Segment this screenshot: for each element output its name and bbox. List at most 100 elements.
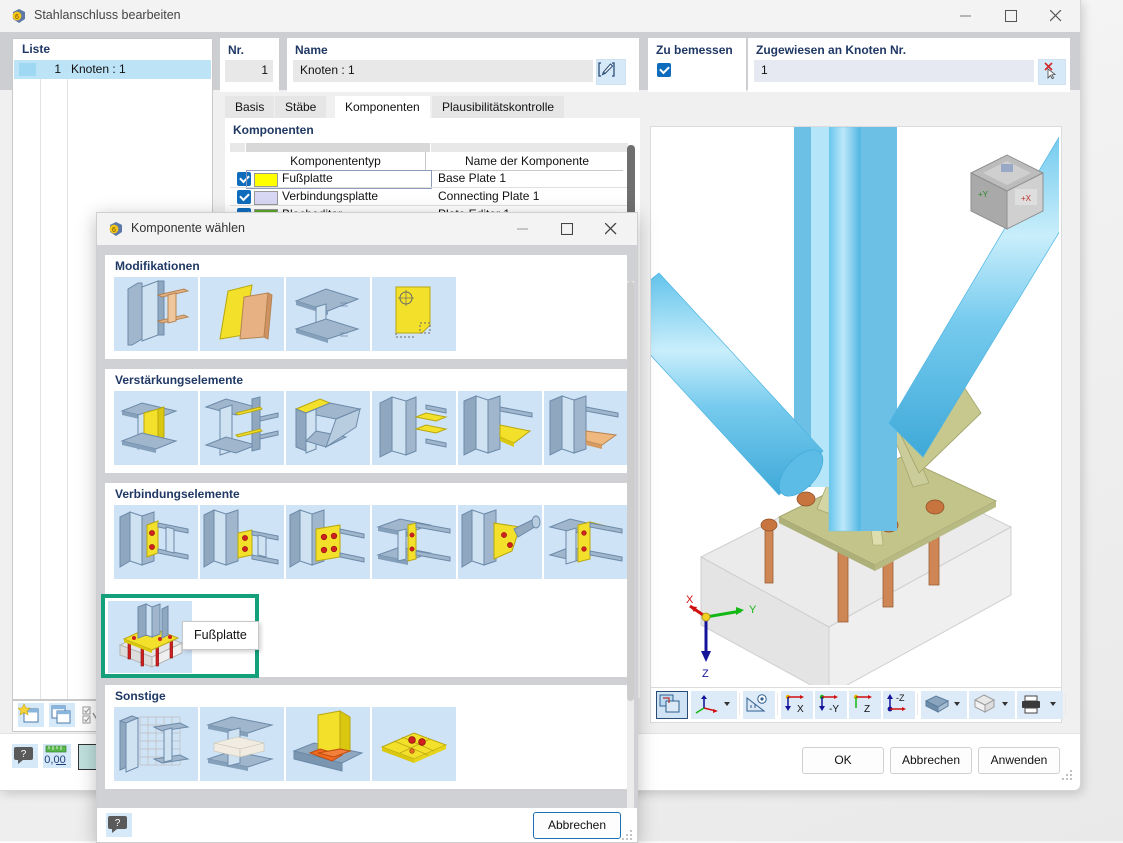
cube-wire-icon[interactable]	[969, 691, 1015, 719]
render-mode-icon[interactable]	[656, 691, 688, 719]
tab-komponenten[interactable]: Komponenten	[335, 96, 430, 118]
minimize-icon[interactable]	[945, 0, 990, 31]
tab-staebe[interactable]: Stäbe	[275, 96, 327, 118]
pick-node-icon[interactable]	[1038, 59, 1066, 85]
thumb-plate-shape[interactable]	[372, 277, 456, 351]
cancel-button[interactable]: Abbrechen	[890, 747, 972, 774]
ruler-eye-icon[interactable]	[743, 691, 775, 719]
thumb-notch[interactable]	[286, 277, 370, 351]
ok-button[interactable]: OK	[802, 747, 884, 774]
dialog-footer: ? Abbrechen	[97, 808, 637, 842]
svg-text:?: ?	[115, 818, 121, 829]
dialog-body: Modifikationen Verstärkungselemente Verb…	[97, 245, 637, 834]
row-name: Base Plate 1	[438, 171, 507, 185]
nr-field[interactable]: 1	[225, 60, 273, 82]
thumb-weld-seam[interactable]	[286, 707, 370, 781]
bottom-left-icons: ? 0,00	[12, 744, 108, 770]
view-negy-icon[interactable]: -Y	[815, 691, 847, 719]
tab-basis[interactable]: Basis	[225, 96, 275, 118]
column-separator[interactable]	[425, 152, 426, 170]
dialog-cancel-button[interactable]: Abbrechen	[533, 812, 621, 839]
thumb-mesh-wall[interactable]	[114, 707, 198, 781]
view-negz-icon[interactable]: -Z	[883, 691, 915, 719]
name-label: Name	[295, 43, 328, 57]
zugewiesen-input[interactable]: 1	[754, 60, 1034, 82]
zu-bemessen-checkbox[interactable]	[657, 63, 671, 77]
thumb-double-stiffener[interactable]	[200, 391, 284, 465]
thumb-beam-cut[interactable]	[114, 277, 198, 351]
edit-pencil-icon[interactable]	[596, 59, 626, 85]
thumb-haunch[interactable]	[458, 391, 542, 465]
col-handle-name[interactable]	[431, 143, 628, 152]
svg-text:Z: Z	[864, 704, 870, 715]
svg-text:6: 6	[15, 14, 19, 21]
viewport-3d[interactable]: +X +Y X Y Z	[650, 126, 1062, 688]
maximize-icon[interactable]	[990, 0, 1035, 31]
view-z-icon[interactable]: Z	[849, 691, 881, 719]
row-name: Connecting Plate 1	[438, 189, 540, 203]
view-x-icon[interactable]: X	[781, 691, 813, 719]
thumb-fin-plate[interactable]	[200, 505, 284, 579]
group-sonstige: Sonstige	[105, 685, 627, 789]
maximize-icon[interactable]	[546, 213, 591, 244]
group-verbindungselemente: Verbindungselemente	[105, 483, 628, 587]
thumb-plate-fold[interactable]	[200, 277, 284, 351]
app-logo-icon: 6	[10, 7, 28, 25]
group-modifikationen: Modifikationen	[105, 255, 627, 359]
thumb-angle-cleat[interactable]	[544, 505, 628, 579]
dialog-title: Komponente wählen	[131, 221, 245, 235]
col-handle-check[interactable]	[230, 143, 245, 152]
svg-text:+Y: +Y	[978, 190, 989, 199]
svg-text:-Y: -Y	[829, 704, 839, 715]
thumb-end-plate[interactable]	[114, 505, 198, 579]
close-icon[interactable]	[1035, 0, 1080, 31]
close-icon[interactable]	[590, 213, 635, 244]
komponenten-header: Komponenten	[233, 123, 314, 137]
thumb-bolted-plate[interactable]	[286, 505, 370, 579]
list-item[interactable]: 1 Knoten : 1	[14, 60, 211, 79]
units-0-00-icon[interactable]: 0,00	[43, 744, 71, 768]
thumb-gusset[interactable]	[544, 391, 628, 465]
table-row[interactable]: Verbindungsplatte Connecting Plate 1	[230, 188, 628, 206]
thumb-mesh-block[interactable]	[200, 707, 284, 781]
nr-value: 1	[261, 63, 268, 77]
group-header: Sonstige	[115, 689, 166, 703]
list-item-number: 1	[54, 62, 61, 76]
printer-icon[interactable]	[1017, 691, 1063, 719]
apply-button[interactable]: Anwenden	[978, 747, 1060, 774]
minimize-icon[interactable]	[502, 213, 547, 244]
zu-bemessen-panel: Zu bemessen	[648, 38, 746, 92]
row-type: Verbindungsplatte	[282, 189, 379, 203]
svg-text:+X: +X	[1021, 194, 1032, 203]
column-header-komponententyp[interactable]: Komponententyp	[246, 152, 425, 171]
column-header-name[interactable]: Name der Komponente	[431, 152, 623, 171]
thumb-bolt-grid[interactable]	[372, 707, 456, 781]
dialog-resize-grip[interactable]	[622, 830, 634, 842]
svg-text:?: ?	[21, 749, 27, 760]
resize-grip[interactable]	[1062, 770, 1074, 785]
thumb-rib-plates[interactable]	[372, 391, 456, 465]
new-window-icon[interactable]	[17, 703, 44, 727]
name-input[interactable]: Knoten : 1	[293, 60, 593, 82]
thumb-web-stiffener[interactable]	[114, 391, 198, 465]
thumb-flange-plate[interactable]	[286, 391, 370, 465]
zugewiesen-panel: Zugewiesen an Knoten Nr. 1	[748, 38, 1070, 92]
col-handle-type[interactable]	[246, 143, 430, 152]
thumb-splice-plate[interactable]	[372, 505, 456, 579]
liste-header: Liste	[13, 39, 212, 59]
axis-icon[interactable]	[691, 691, 737, 719]
zu-bemessen-label: Zu bemessen	[656, 43, 733, 57]
app-logo-icon: 6	[107, 220, 125, 241]
tab-plausibilitaetskontrolle[interactable]: Plausibilitätskontrolle	[432, 96, 565, 118]
help-bubble-icon[interactable]: ?	[12, 744, 38, 768]
copy-window-icon[interactable]	[49, 703, 75, 727]
shading-icon[interactable]	[921, 691, 967, 719]
thumb-base-plate	[108, 601, 192, 673]
liste-divider-2	[67, 60, 68, 699]
table-row[interactable]: Fußplatte Base Plate 1	[230, 170, 628, 189]
dialog-scrollbar-thumb[interactable]	[627, 281, 634, 701]
row-checkbox[interactable]	[237, 190, 251, 204]
help-bubble-icon[interactable]: ?	[106, 813, 132, 837]
name-panel: Name Knoten : 1	[287, 38, 639, 92]
thumb-tube-gusset[interactable]	[458, 505, 542, 579]
